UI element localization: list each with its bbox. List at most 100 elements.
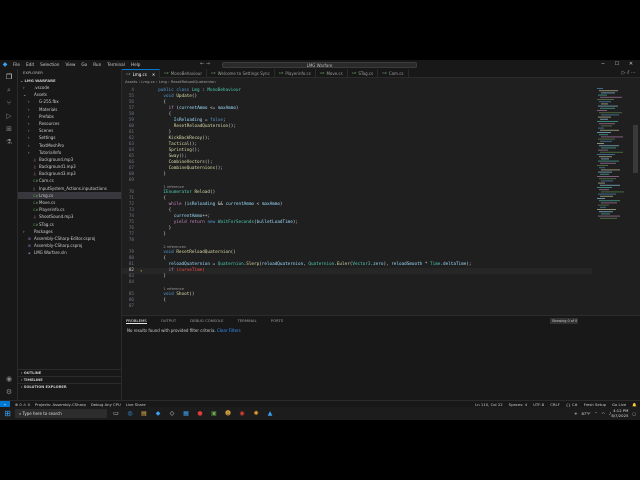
tray-chevron-icon[interactable]: ⌃ [594,411,597,416]
tree-item[interactable]: › Materials [18,106,121,113]
task-view-icon[interactable]: ▭ [110,409,122,418]
extensions-icon[interactable]: ⊞ [4,124,14,134]
maximize-button[interactable]: ☐ [610,60,624,69]
tree-item[interactable]: C#Cam.cs [18,177,121,184]
minimap-line [601,92,615,94]
tree-item[interactable]: C#Lmg.cs [18,191,121,199]
minimize-button[interactable]: ─ [596,60,610,69]
tree-item[interactable]: › TutorialInfo [18,149,121,156]
app-icon-3[interactable]: ☻ [222,409,234,418]
menu-help[interactable]: Help [128,62,144,67]
close-window-button[interactable]: ✕ [624,60,638,69]
timeline-section[interactable]: › TIMELINE [18,376,122,383]
menu-selection[interactable]: Selection [37,62,62,67]
code-line[interactable]: 87 [122,304,592,310]
tree-item[interactable]: › G-255.fbx [18,98,121,105]
minimap-slider[interactable] [633,125,638,173]
csharp-file-icon: C# [351,71,357,75]
settings-icon[interactable]: ⚙ [4,387,14,397]
app-icon-2[interactable]: ▣ [208,409,220,418]
network-icon[interactable]: ◠ [602,411,605,416]
tree-item[interactable]: › Scenes [18,127,121,134]
clear-filters-link[interactable]: Clear Filters [217,328,241,333]
tab-label: MonoBehaviour [170,71,202,76]
panel-tab-problems[interactable]: PROBLEMS [126,318,147,324]
tab-welcome-to-settings-sync[interactable]: C# Welcome to Settings Sync [207,69,275,78]
tab-playerinfo-cs[interactable]: C# Playerinfo.cs [275,69,316,78]
taskbar-search-placeholder: Type here to search [22,411,62,416]
panel-tab-output[interactable]: OUTPUT [161,318,176,323]
tree-item[interactable]: C#STag.cs [18,221,121,228]
tab-lmg-cs[interactable]: C# Lmg.cs ✕ [122,69,161,78]
panel-tab-debug-console[interactable]: DEBUG CONSOLE [190,318,223,323]
menu-terminal[interactable]: Terminal [104,62,128,67]
nav-arrows-icon[interactable]: ← → [200,61,210,67]
tree-item[interactable]: › Prefabs [18,113,121,120]
minimap[interactable] [594,85,640,315]
tree-item[interactable]: ◈ LMG Warfare.sln [18,249,121,256]
menu-view[interactable]: View [62,62,78,67]
panel-tab-terminal[interactable]: TERMINAL [237,318,256,323]
app-icon-4[interactable]: ◉ [236,409,248,418]
tab-monobehaviour[interactable]: C# MonoBehaviour [160,69,207,78]
test-icon[interactable]: ⚗ [4,137,14,147]
app-icon-1[interactable]: ● [194,409,206,418]
solution-explorer-section[interactable]: › SOLUTION EXPLORER [18,383,122,390]
source-control-icon[interactable]: ⑂ [4,98,14,108]
problems-filter[interactable]: Showing 0 of 0 [550,317,578,324]
explorer-icon[interactable]: ❐ [4,72,14,82]
tree-item[interactable]: ⊞ Assembly-CSharp-Editor.csproj [18,235,121,242]
notifications-icon[interactable]: ▢ [632,411,636,416]
unity-icon[interactable]: ◇ [166,409,178,418]
command-center-search[interactable]: LMG Warfare [222,61,417,68]
panel-tab-ports[interactable]: PORTS [271,318,283,323]
menu-edit[interactable]: Edit [23,62,37,67]
windows-start-icon[interactable]: ⊞ [3,409,12,418]
tree-item-label: Packages [34,228,53,234]
chevron-icon: › [28,128,30,134]
tree-item[interactable]: ♫ Background3.mp3 [18,170,121,177]
outline-section[interactable]: › OUTLINE [18,369,122,376]
tree-item[interactable]: ▯ InputSystem_Actions.inputactions [18,185,121,192]
store-icon[interactable]: ▦ [180,409,192,418]
menu-file[interactable]: File [10,62,23,67]
tab-move-cs[interactable]: C# Move.cs [316,69,348,78]
menu-run[interactable]: Run [90,62,104,67]
editor-actions-icon[interactable]: ▷ ⫽ ⋯ [622,69,636,78]
system-tray: ☀ 87°F ⌃ ◠ ♪ 4:12 PM 8/7/2025 ▢ [570,407,636,420]
tree-item[interactable]: › Packages [18,228,121,235]
title-bar: ◆ File Edit Selection View Go Run Terminal Help… [0,60,640,69]
tree-item[interactable]: › Settings [18,134,121,141]
search-icon[interactable]: ⌕ [4,85,14,95]
tab-cam-cs[interactable]: C# Cam.cs [378,69,409,78]
tree-item[interactable]: C#Move.cs [18,199,121,206]
tree-item[interactable]: ♫ Background1.mp3 [18,163,121,170]
account-icon[interactable]: ◉ [4,374,14,384]
project-root[interactable]: ⌄ LMG WARFARE [18,77,121,84]
file-explorer-icon[interactable]: ▤ [138,409,150,418]
run-debug-icon[interactable]: ▷ [4,111,14,121]
bottom-panel: PROBLEMS OUTPUT DEBUG CONSOLE TERMINAL PORTS… [122,315,640,400]
weather-icon[interactable]: ☀ [574,411,577,416]
tree-item[interactable]: ♫ ShootSound.mp3 [18,213,121,220]
minimap-line [599,156,612,158]
breadcrumb[interactable]: Assets › Lmg.cs › Lmg › ResetReloadQuate… [122,78,640,85]
clock[interactable]: 4:12 PM 8/7/2025 [611,408,628,418]
tree-item[interactable]: ⊞ Assembly-CSharp.csproj [18,242,121,249]
tab-stag-cs[interactable]: C# STag.cs [348,69,379,78]
code-editor[interactable]: 4 public class Lmg : MonoBehaviour 55 void … [122,85,592,315]
tree-item[interactable]: ♫ Background.mp3 [18,156,121,163]
app-icon-5[interactable]: ✺ [250,409,262,418]
tree-item[interactable]: › .vscode [18,84,121,91]
minimap-line [598,171,612,173]
edge-icon[interactable]: ◎ [124,409,136,418]
weather-temp[interactable]: 87°F [581,411,590,416]
menu-go[interactable]: Go [78,62,90,67]
tree-item[interactable]: › Resources [18,120,121,127]
vscode-taskbar-icon[interactable]: ◆ [152,409,164,418]
tree-item[interactable]: C#Playerinfo.cs [18,206,121,213]
taskbar-search[interactable]: ⌕ Type here to search [15,409,107,418]
tree-item[interactable]: ⌄ Assets [18,91,121,98]
tree-item[interactable]: › TextMeshPro [18,142,121,149]
app-icon-6[interactable]: ▲ [264,409,276,418]
